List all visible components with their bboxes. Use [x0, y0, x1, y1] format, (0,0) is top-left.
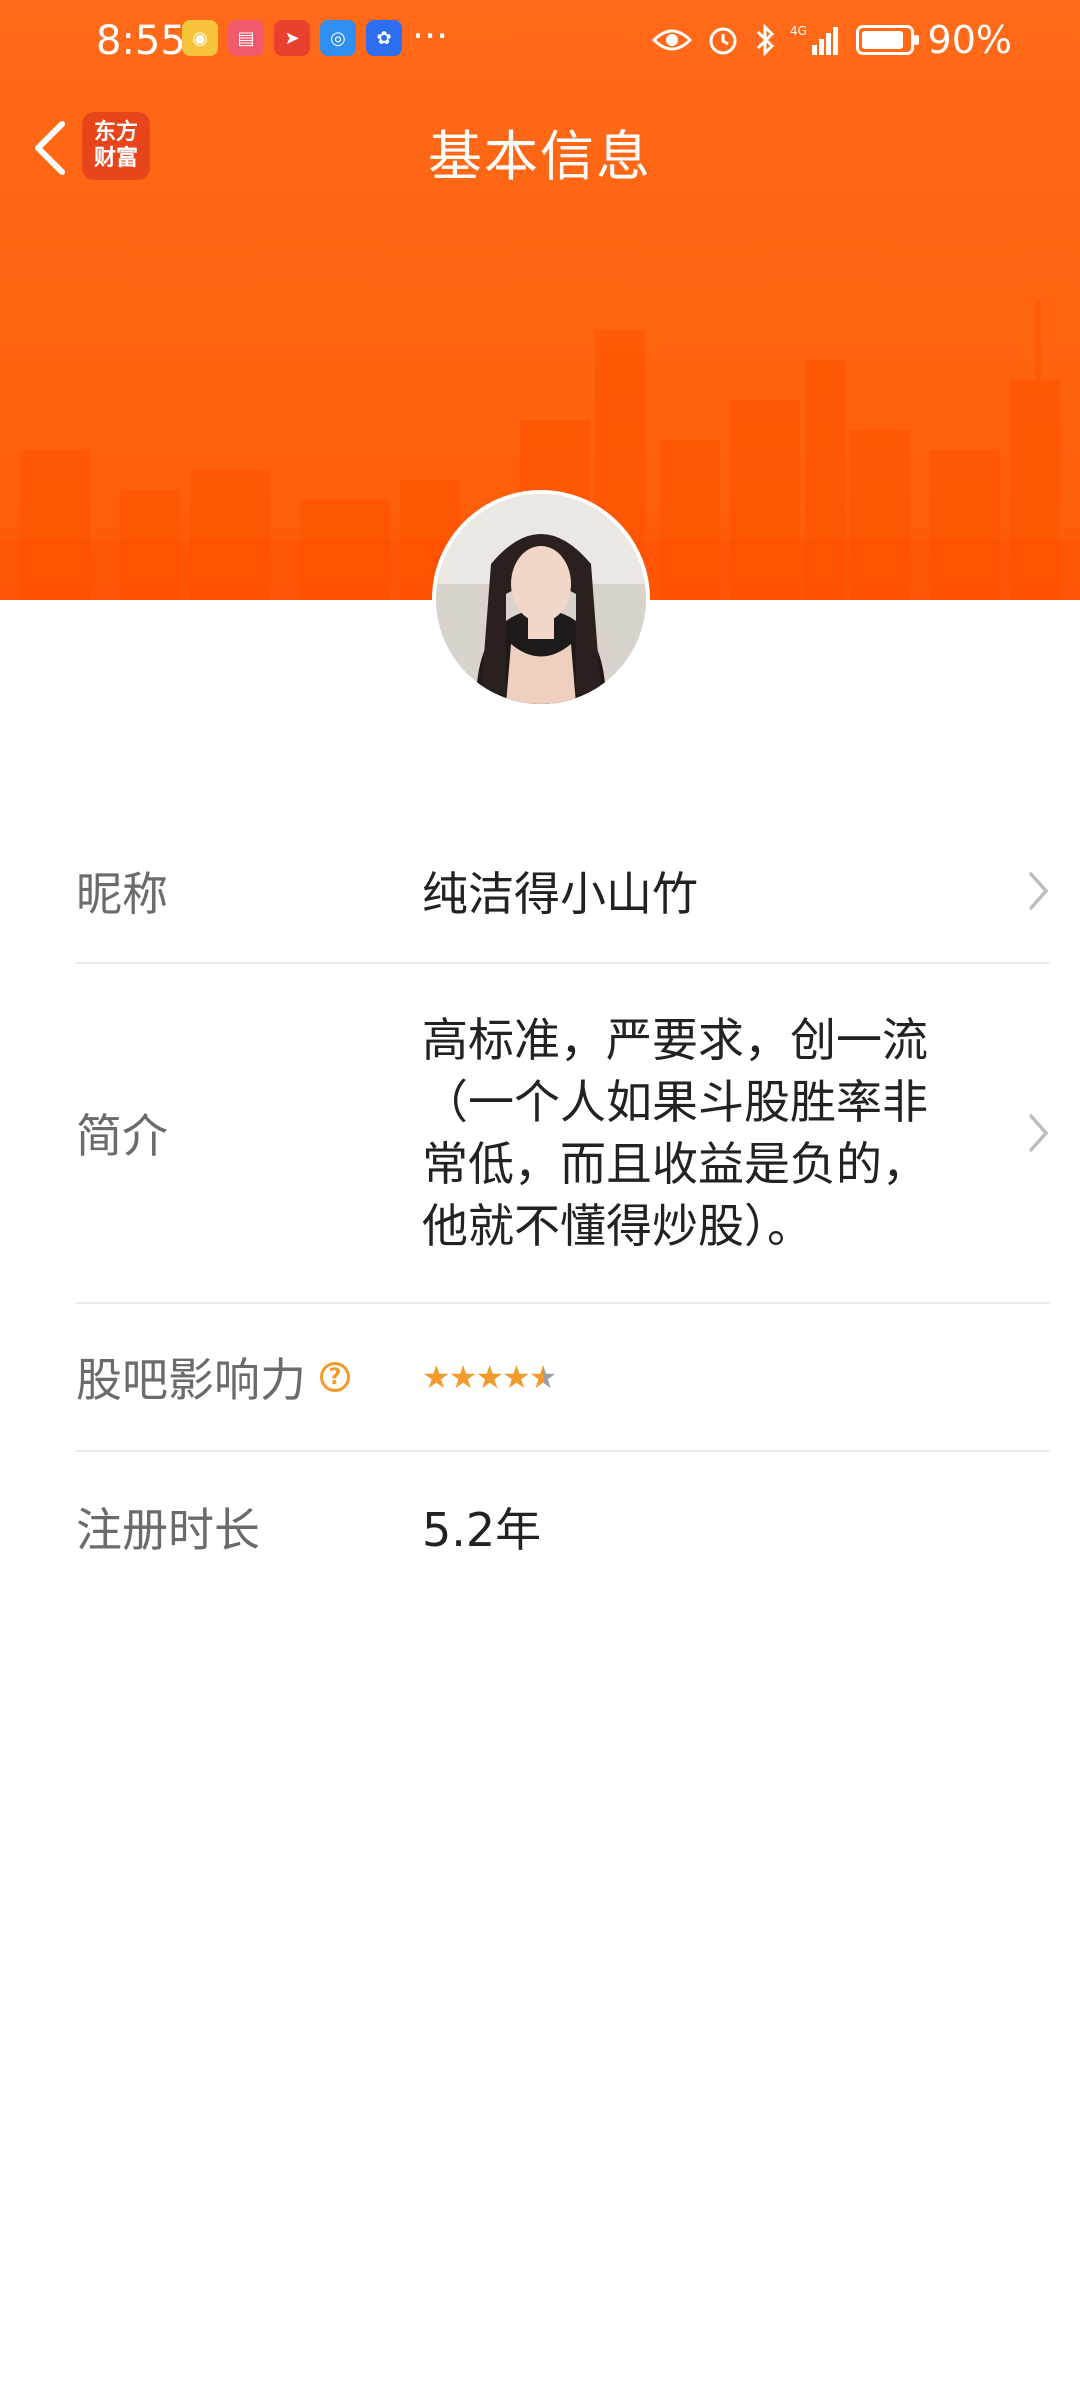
nickname-label: 昵称: [76, 867, 168, 921]
star-icon: ★: [502, 1358, 531, 1396]
nav-bar: 东方 财富 基本信息: [0, 100, 1080, 196]
influence-row: 股吧影响力 ? ★ ★ ★ ★ ★: [76, 1304, 1050, 1452]
bio-label: 简介: [76, 1109, 168, 1163]
avatar-image: [436, 494, 646, 704]
star-icon: ★: [448, 1358, 478, 1396]
status-time: 8:55: [96, 18, 186, 64]
star-rating: ★ ★ ★ ★ ★: [422, 1358, 1050, 1396]
notification-app-icons: ◉ ▤ ➤ ◎ ✿: [182, 20, 402, 56]
bluetooth-icon: [756, 23, 774, 57]
status-indicators: 4G 90%: [651, 18, 1012, 62]
battery-percent: 90%: [927, 18, 1012, 62]
chevron-right-icon: [990, 871, 1050, 911]
influence-label: 股吧影响力: [76, 1353, 306, 1407]
chevron-right-icon: [990, 1113, 1050, 1153]
registration-row: 注册时长 5.2年: [76, 1452, 1050, 1602]
influence-label-group: 股吧影响力 ?: [76, 1344, 422, 1410]
page-title: 基本信息: [428, 125, 652, 188]
huawei-mall-icon: ▤: [228, 20, 264, 56]
avatar[interactable]: [436, 494, 646, 704]
battery-icon: [855, 25, 919, 55]
bio-row[interactable]: 简介 高标准，严要求，创一流（一个人如果斗股胜率非常低，而且收益是负的，他就不懂…: [76, 964, 1050, 1304]
profile-info-list: 昵称 纯洁得小山竹 简介 高标准，严要求，创一流（一个人如果斗股胜率非常低，而且…: [0, 820, 1080, 1602]
more-notifications-icon: ···: [412, 14, 449, 58]
bio-value: 高标准，严要求，创一流（一个人如果斗股胜率非常低，而且收益是负的，他就不懂得炒股…: [422, 1013, 928, 1253]
star-icon: ★: [422, 1358, 451, 1396]
baidu-icon: ✿: [366, 20, 402, 56]
help-icon[interactable]: ?: [320, 1362, 350, 1392]
nickname-row[interactable]: 昵称 纯洁得小山竹: [76, 820, 1050, 964]
influence-rating: ★ ★ ★ ★ ★: [422, 1358, 1050, 1396]
star-icon: ★: [528, 1358, 558, 1396]
registration-value: 5.2年: [422, 1503, 542, 1557]
telegram-icon: ➤: [274, 20, 310, 56]
signal-icon: 4G: [790, 24, 838, 55]
star-icon: ★: [475, 1358, 504, 1396]
weibo-icon: ◉: [182, 20, 218, 56]
registration-label: 注册时长: [76, 1503, 260, 1557]
nickname-value: 纯洁得小山竹: [422, 867, 698, 921]
browser-icon: ◎: [320, 20, 356, 56]
svg-text:4G: 4G: [790, 24, 807, 38]
eye-icon: [651, 29, 692, 51]
alarm-icon: [709, 27, 737, 55]
status-bar: 8:55 ◉ ▤ ➤ ◎ ✿ ··· 4G 90%: [0, 0, 1080, 80]
